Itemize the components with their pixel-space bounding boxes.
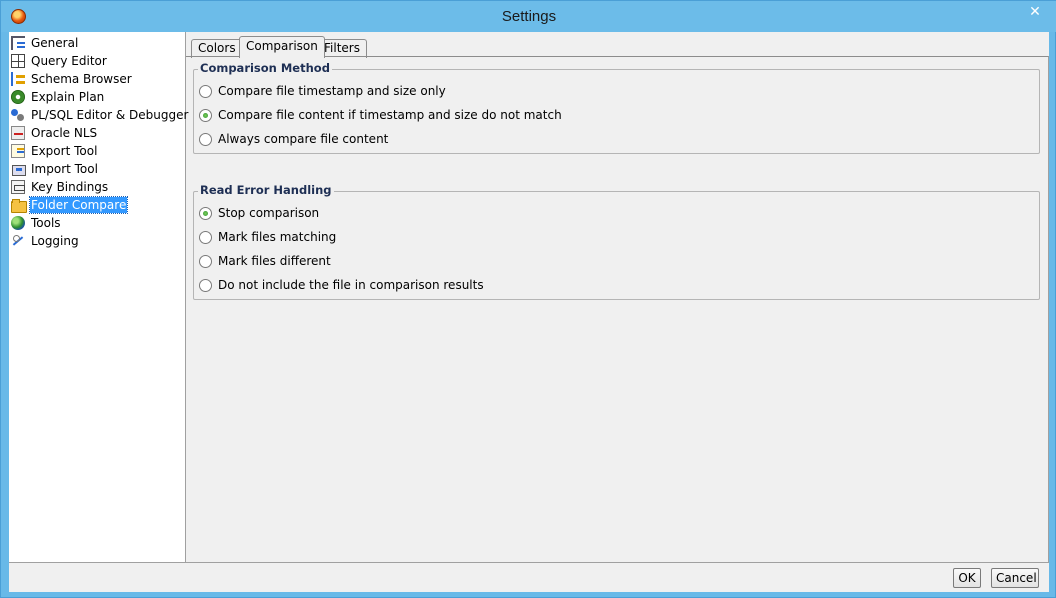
- sidebar-item-label: Export Tool: [31, 143, 98, 158]
- grid-icon: [11, 53, 25, 68]
- radio-label: Stop comparison: [218, 206, 320, 220]
- radio-button[interactable]: [199, 254, 212, 268]
- dialog-body: General Query Editor Schema Browser Expl…: [9, 32, 1049, 592]
- sidebar-item-plsql-editor[interactable]: PL/SQL Editor & Debugger: [11, 106, 189, 123]
- sidebar-item-label: Import Tool: [31, 161, 98, 176]
- radio-content-if-mismatch[interactable]: Compare file content if timestamp and si…: [199, 106, 562, 124]
- radio-label: Compare file timestamp and size only: [218, 84, 446, 98]
- radio-always-content[interactable]: Always compare file content: [199, 130, 388, 148]
- close-button[interactable]: ✕: [1019, 2, 1051, 22]
- sidebar-item-schema-browser[interactable]: Schema Browser: [11, 70, 133, 87]
- sidebar-item-key-bindings[interactable]: Key Bindings: [11, 178, 109, 195]
- sidebar-item-folder-compare[interactable]: Folder Compare: [11, 195, 129, 214]
- radio-mark-matching[interactable]: Mark files matching: [199, 228, 336, 246]
- sidebar-item-label: Folder Compare: [28, 195, 129, 214]
- sidebar-item-label: Tools: [31, 215, 61, 230]
- radio-exclude-file[interactable]: Do not include the file in comparison re…: [199, 276, 484, 294]
- window-title: Settings: [501, 8, 557, 25]
- explain-icon: [11, 89, 25, 104]
- title-bar[interactable]: Settings ✕: [1, 1, 1056, 32]
- folder-icon: [11, 198, 27, 213]
- sidebar-item-label: Explain Plan: [31, 89, 105, 104]
- radio-mark-different[interactable]: Mark files different: [199, 252, 331, 270]
- radio-label: Compare file content if timestamp and si…: [218, 108, 562, 122]
- radio-label: Always compare file content: [218, 132, 389, 146]
- sidebar-item-label: Query Editor: [31, 53, 107, 68]
- nls-icon: [11, 125, 25, 140]
- sidebar-item-label: Logging: [31, 233, 79, 248]
- tab-comparison[interactable]: Comparison: [239, 36, 325, 58]
- plsql-icon: [11, 108, 25, 122]
- radio-stop-comparison[interactable]: Stop comparison: [199, 204, 319, 222]
- radio-timestamp-size-only[interactable]: Compare file timestamp and size only: [199, 82, 446, 100]
- sidebar-item-label: Key Bindings: [31, 179, 109, 194]
- radio-label: Mark files matching: [218, 230, 337, 244]
- ok-button[interactable]: OK: [953, 568, 981, 588]
- radio-label: Mark files different: [218, 254, 331, 268]
- sidebar-item-label: Schema Browser: [31, 71, 132, 86]
- sidebar-item-tools[interactable]: Tools: [11, 214, 62, 231]
- key-icon: [11, 179, 25, 194]
- radio-button[interactable]: [199, 132, 212, 146]
- sidebar-item-logging[interactable]: Logging: [11, 232, 80, 249]
- comparison-tab-panel: Comparison Method Compare file timestamp…: [186, 56, 1049, 563]
- logging-icon: [11, 234, 25, 248]
- group-title: Comparison Method: [198, 61, 332, 75]
- cancel-button[interactable]: Cancel: [991, 568, 1039, 588]
- radio-label: Do not include the file in comparison re…: [218, 278, 484, 292]
- schema-icon: [11, 71, 25, 86]
- comparison-method-group: Comparison Method Compare file timestamp…: [193, 61, 1040, 154]
- general-icon: [11, 35, 25, 50]
- read-error-handling-group: Read Error Handling Stop comparison Mark…: [193, 183, 1040, 300]
- tools-icon: [11, 215, 25, 230]
- sidebar-item-general[interactable]: General: [11, 34, 79, 51]
- sidebar-item-query-editor[interactable]: Query Editor: [11, 52, 108, 69]
- settings-window: Settings ✕ General Query Editor Schema B…: [0, 0, 1056, 598]
- sidebar-item-import-tool[interactable]: Import Tool: [11, 160, 99, 177]
- sidebar-item-explain-plan[interactable]: Explain Plan: [11, 88, 105, 105]
- sidebar-item-export-tool[interactable]: Export Tool: [11, 142, 98, 159]
- sidebar-item-label: Oracle NLS: [31, 125, 98, 140]
- radio-button[interactable]: [199, 230, 212, 244]
- radio-button[interactable]: [199, 278, 212, 292]
- radio-button[interactable]: [199, 206, 212, 220]
- import-icon: [11, 162, 26, 176]
- radio-button[interactable]: [199, 108, 212, 122]
- group-title: Read Error Handling: [198, 183, 334, 197]
- sidebar-item-oracle-nls[interactable]: Oracle NLS: [11, 124, 98, 141]
- radio-button[interactable]: [199, 84, 212, 98]
- sidebar-item-label: PL/SQL Editor & Debugger: [31, 107, 189, 122]
- export-icon: [11, 143, 25, 158]
- sidebar-item-label: General: [31, 35, 79, 50]
- settings-category-tree[interactable]: General Query Editor Schema Browser Expl…: [9, 32, 189, 563]
